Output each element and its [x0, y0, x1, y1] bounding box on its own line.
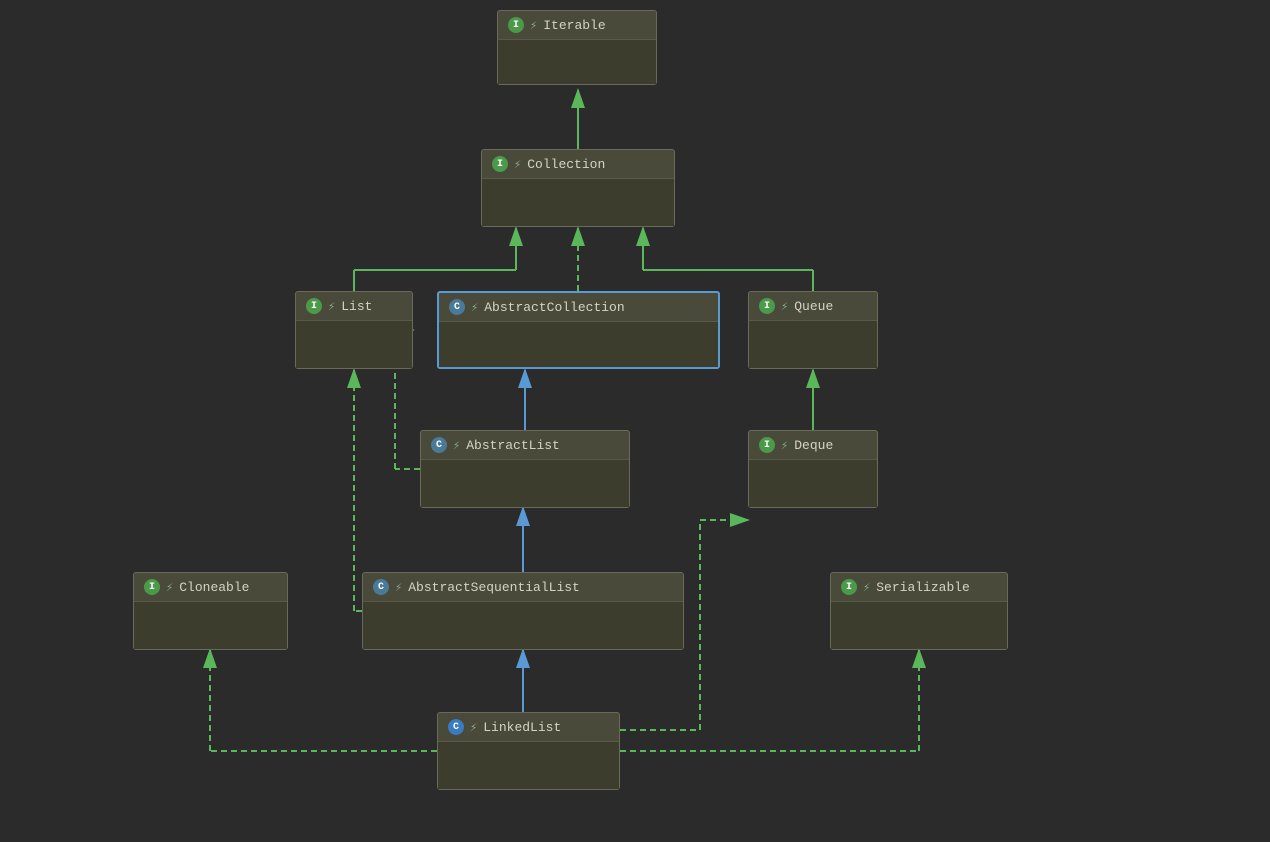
node-queue-icon: ⚡ [781, 299, 788, 314]
node-abstract-sequential-list-header: C ⚡ AbstractSequentialList [363, 573, 683, 601]
node-abstract-sequential-list-body [363, 601, 683, 649]
node-list-body [296, 320, 412, 368]
node-cloneable-header: I ⚡ Cloneable [134, 573, 287, 601]
node-list[interactable]: I ⚡ List [295, 291, 413, 369]
node-abstract-list[interactable]: C ⚡ AbstractList [420, 430, 630, 508]
node-linked-list-body [438, 741, 619, 789]
badge-collection: I [492, 156, 508, 172]
node-collection-header: I ⚡ Collection [482, 150, 674, 178]
node-queue-header: I ⚡ Queue [749, 292, 877, 320]
node-list-header: I ⚡ List [296, 292, 412, 320]
node-abstract-sequential-list-icon: ⚡ [395, 580, 402, 595]
arrows-svg [0, 0, 1270, 842]
node-abstract-list-header: C ⚡ AbstractList [421, 431, 629, 459]
node-serializable-header: I ⚡ Serializable [831, 573, 1007, 601]
badge-deque: I [759, 437, 775, 453]
node-serializable[interactable]: I ⚡ Serializable [830, 572, 1008, 650]
node-linked-list[interactable]: C ⚡ LinkedList [437, 712, 620, 790]
badge-iterable: I [508, 17, 524, 33]
node-collection-body [482, 178, 674, 226]
node-linked-list-icon: ⚡ [470, 720, 477, 735]
node-list-label: List [341, 299, 372, 314]
node-cloneable-icon: ⚡ [166, 580, 173, 595]
node-abstract-sequential-list[interactable]: C ⚡ AbstractSequentialList [362, 572, 684, 650]
node-deque[interactable]: I ⚡ Deque [748, 430, 878, 508]
node-deque-icon: ⚡ [781, 438, 788, 453]
node-cloneable[interactable]: I ⚡ Cloneable [133, 572, 288, 650]
node-serializable-label: Serializable [876, 580, 970, 595]
node-abstract-collection-body [439, 321, 718, 367]
node-deque-label: Deque [794, 438, 833, 453]
node-serializable-icon: ⚡ [863, 580, 870, 595]
node-abstract-list-label: AbstractList [466, 438, 560, 453]
node-queue[interactable]: I ⚡ Queue [748, 291, 878, 369]
node-list-icon: ⚡ [328, 299, 335, 314]
node-abstract-list-icon: ⚡ [453, 438, 460, 453]
badge-queue: I [759, 298, 775, 314]
node-abstract-sequential-list-label: AbstractSequentialList [408, 580, 580, 595]
badge-abstract-list: C [431, 437, 447, 453]
node-iterable[interactable]: I ⚡ Iterable [497, 10, 657, 85]
node-queue-label: Queue [794, 299, 833, 314]
node-collection-icon: ⚡ [514, 157, 521, 172]
node-iterable-label: Iterable [543, 18, 605, 33]
node-collection-label: Collection [527, 157, 605, 172]
badge-linked-list: C [448, 719, 464, 735]
badge-serializable: I [841, 579, 857, 595]
node-iterable-icon: ⚡ [530, 18, 537, 33]
node-abstract-list-body [421, 459, 629, 507]
node-abstract-collection[interactable]: C ⚡ AbstractCollection [437, 291, 720, 369]
node-serializable-body [831, 601, 1007, 649]
badge-abstract-sequential-list: C [373, 579, 389, 595]
node-linked-list-header: C ⚡ LinkedList [438, 713, 619, 741]
node-cloneable-body [134, 601, 287, 649]
node-abstract-collection-label: AbstractCollection [484, 300, 624, 315]
node-iterable-body [498, 39, 656, 84]
node-iterable-header: I ⚡ Iterable [498, 11, 656, 39]
node-deque-header: I ⚡ Deque [749, 431, 877, 459]
node-linked-list-label: LinkedList [483, 720, 561, 735]
diagram-container: I ⚡ Iterable I ⚡ Collection I ⚡ List C ⚡… [0, 0, 1270, 842]
node-abstract-collection-icon: ⚡ [471, 300, 478, 315]
badge-list: I [306, 298, 322, 314]
node-cloneable-label: Cloneable [179, 580, 249, 595]
badge-abstract-collection: C [449, 299, 465, 315]
node-abstract-collection-header: C ⚡ AbstractCollection [439, 293, 718, 321]
badge-cloneable: I [144, 579, 160, 595]
node-collection[interactable]: I ⚡ Collection [481, 149, 675, 227]
node-deque-body [749, 459, 877, 507]
node-queue-body [749, 320, 877, 368]
